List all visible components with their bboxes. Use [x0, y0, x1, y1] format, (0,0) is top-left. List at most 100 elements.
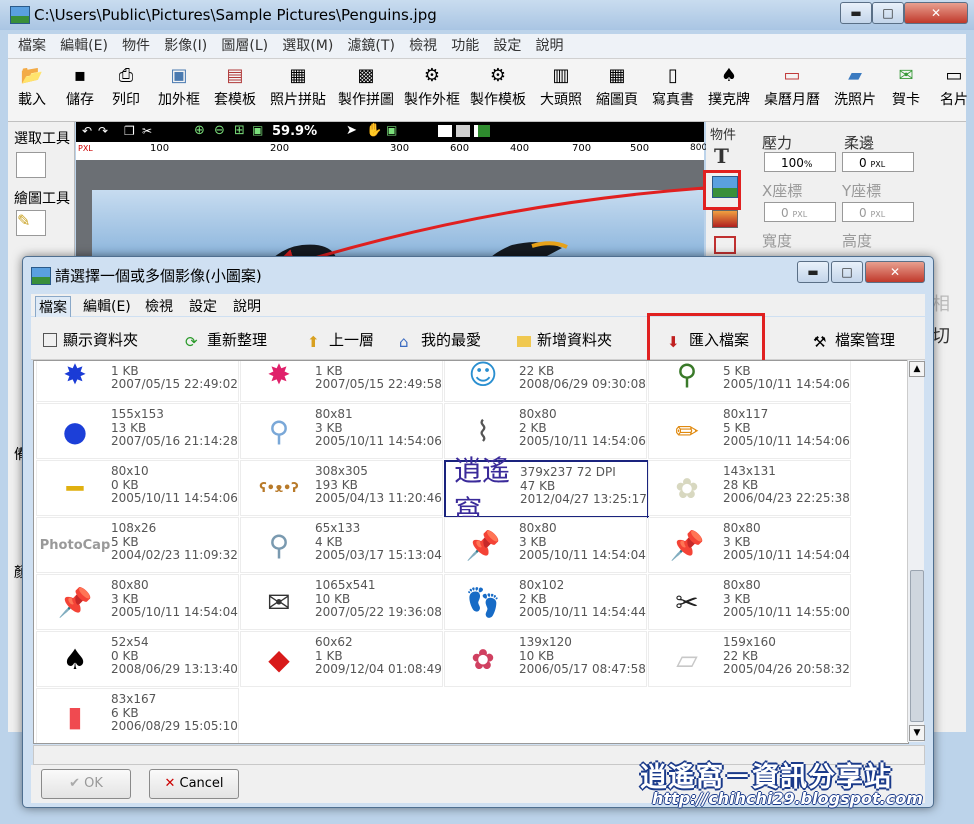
grid-item-dims: 155x153: [111, 407, 164, 421]
dialog-menu-edit[interactable]: 編輯(E): [83, 296, 131, 316]
file-manager-button[interactable]: ⚒ 檔案管理: [813, 329, 895, 351]
grid-item-info: 108x26 5 KB 2004/02/23 11:09:32: [111, 521, 238, 563]
up-folder-icon: ⬆: [307, 333, 320, 351]
grid-item-size: 5 KB: [111, 534, 139, 549]
grid-item-size: 3 KB: [315, 420, 343, 435]
cancel-button[interactable]: ✕ Cancel: [149, 769, 239, 799]
grid-item-size: 1 KB: [315, 363, 343, 378]
grid-item-dims: 379x237 72 DPI: [520, 465, 616, 479]
grid-scrollbar[interactable]: ▲ ▼: [907, 360, 925, 742]
grid-item[interactable]: ✸ 1 KB 2007/05/15 22:49:58: [240, 360, 443, 402]
grid-item[interactable]: ✉ 1065x541 10 KB 2007/05/22 19:36:08: [240, 574, 443, 630]
dialog-close-button[interactable]: ✕: [865, 261, 925, 283]
scroll-up-icon[interactable]: ▲: [909, 361, 925, 377]
grid-item[interactable]: ♠ 52x54 0 KB 2008/06/29 13:13:40: [36, 631, 239, 687]
pencil-icon: ━: [66, 471, 84, 505]
new-folder-icon: [517, 336, 531, 347]
dialog-menu-file[interactable]: 檔案: [35, 296, 71, 318]
grid-item-dims: 80x80: [723, 578, 761, 592]
grid-item[interactable]: ━ 80x10 0 KB 2005/10/11 14:54:06: [36, 460, 239, 516]
grid-item-date: 2005/10/11 14:54:06: [315, 434, 442, 448]
postmark-stamp-icon: ✉: [267, 585, 291, 619]
blog-watermark: 逍遙窩－資訊分享站 http://chihchi29.blogspot.com: [640, 755, 974, 815]
grid-item-info: 308x305 193 KB 2005/04/13 11:20:46: [315, 464, 442, 506]
grid-item-info: 22 KB 2008/06/29 09:30:08: [519, 361, 646, 392]
grid-item[interactable]: ⚲ 65x133 4 KB 2005/03/17 15:13:04: [240, 517, 443, 573]
magnifier-icon: ⚲: [268, 414, 290, 448]
grid-item-size: 3 KB: [519, 534, 547, 549]
red-tape-icon: ▮: [67, 699, 83, 733]
scroll-down-icon[interactable]: ▼: [909, 725, 925, 741]
grid-item[interactable]: 📌 80x80 3 KB 2005/10/11 14:54:04: [444, 517, 647, 573]
dialog-menu-bar: 檔案 編輯(E) 檢視 設定 說明: [31, 294, 925, 318]
grid-item[interactable]: ✸ 1 KB 2007/05/15 22:49:02: [36, 361, 239, 402]
grid-item[interactable]: 📌 80x80 3 KB 2005/10/11 14:54:04: [648, 517, 851, 573]
teddy-bear-icon: ʕ•ᴥ•ʔ: [259, 481, 299, 496]
dialog-menu-settings[interactable]: 設定: [189, 296, 217, 316]
grid-item-dims: 80x80: [519, 407, 557, 421]
refresh-button[interactable]: ⟳ 重新整理: [185, 329, 267, 351]
pin-icon: ⚲: [268, 528, 290, 562]
grid-item[interactable]: ⚲ 5 KB 2005/10/11 14:54:06: [648, 361, 851, 402]
grid-item-info: 83x167 6 KB 2006/08/29 15:05:10: [111, 692, 238, 734]
dialog-menu-view[interactable]: 檢視: [145, 296, 173, 316]
grid-item[interactable]: ✿ 139x120 10 KB 2006/05/17 08:47:58: [444, 631, 647, 687]
ok-button[interactable]: ✔ OK: [41, 769, 131, 799]
show-folders-label: 顯示資料夾: [63, 331, 139, 349]
grid-item-size: 22 KB: [723, 648, 759, 663]
grid-item[interactable]: 逍遙窩 379x237 72 DPI 47 KB 2012/04/27 13:25:1…: [444, 454, 649, 527]
grid-item-size: 6 KB: [111, 705, 139, 720]
grid-item-dims: 108x26: [111, 521, 157, 535]
image-grid[interactable]: ✸ 1 KB 2007/05/15 22:49:02 ✸ 1 KB 2007/05/15 …: [33, 360, 909, 744]
grid-item[interactable]: ✏ 80x117 5 KB 2005/10/11 14:54:06: [648, 403, 851, 459]
grid-item-dims: 80x80: [111, 578, 149, 592]
grid-item[interactable]: 👣 80x102 2 KB 2005/10/11 14:54:44: [444, 574, 647, 630]
up-level-button[interactable]: ⬆ 上一層: [307, 329, 375, 351]
show-folders-button[interactable]: 顯示資料夾: [43, 329, 138, 350]
grid-item-dims: 143x131: [723, 464, 776, 478]
paint-splat-pink-icon: ✸: [267, 360, 291, 391]
grid-item[interactable]: ⚲ 80x81 3 KB 2005/10/11 14:54:06: [240, 403, 443, 459]
grid-item[interactable]: 📌 80x80 3 KB 2005/10/11 14:54:04: [36, 574, 239, 630]
grid-item[interactable]: ✿ 143x131 28 KB 2006/04/23 22:25:38: [648, 460, 851, 516]
favorites-icon: ⌂: [399, 333, 409, 351]
dialog-menu-help[interactable]: 說明: [233, 296, 261, 316]
grid-item-dims: 80x80: [519, 521, 557, 535]
new-folder-button[interactable]: 新增資料夾: [517, 329, 612, 350]
grid-item[interactable]: ● 155x153 13 KB 2007/05/16 21:14:28: [36, 403, 239, 459]
dialog-minimize-button[interactable]: ▬: [797, 261, 829, 283]
grid-item-size: 5 KB: [723, 420, 751, 435]
grid-item-date: 2009/12/04 01:08:49: [315, 662, 442, 676]
grid-item[interactable]: ▱ 159x160 22 KB 2005/04/26 20:58:32: [648, 631, 851, 687]
up-level-label: 上一層: [329, 331, 375, 349]
grid-item[interactable]: ✂ 80x80 3 KB 2005/10/11 14:55:00: [648, 574, 851, 630]
grid-item-size: 3 KB: [723, 591, 751, 606]
dialog-maximize-button[interactable]: □: [831, 261, 863, 283]
grid-item-dims: 1065x541: [315, 578, 376, 592]
ok-label: OK: [84, 776, 103, 791]
grid-item-date: 2007/05/16 21:14:28: [111, 434, 238, 448]
scroll-thumb[interactable]: [910, 570, 924, 722]
grid-item[interactable]: ▮ 83x167 6 KB 2006/08/29 15:05:10: [36, 688, 239, 743]
grid-item-info: 80x80 3 KB 2005/10/11 14:54:04: [723, 521, 850, 563]
blog-logo-icon: 逍遙窩: [454, 454, 511, 527]
grid-item[interactable]: ☺ 22 KB 2008/06/29 09:30:08: [444, 361, 647, 402]
grid-item[interactable]: ʕ•ᴥ•ʔ 308x305 193 KB 2005/04/13 11:20:46: [240, 460, 443, 516]
dialog-icon: [31, 267, 51, 285]
favorites-button[interactable]: ⌂ 我的最愛: [399, 329, 482, 351]
paperclip-icon: ⌇: [476, 414, 490, 448]
grid-item-info: 155x153 13 KB 2007/05/16 21:14:28: [111, 407, 238, 449]
grid-item-dims: 52x54: [111, 635, 149, 649]
grid-item-dims: 65x133: [315, 521, 361, 535]
cancel-label: Cancel: [179, 776, 224, 791]
grid-item[interactable]: ◆ 60x62 1 KB 2009/12/04 01:08:49: [240, 631, 443, 687]
round-photo-frame-icon: ✿: [471, 642, 495, 676]
grid-item-dims: 83x167: [111, 692, 157, 706]
grid-item[interactable]: PhotoCap 108x26 5 KB 2004/02/23 11:09:32: [36, 517, 239, 573]
grid-item-date: 2006/04/23 22:25:38: [723, 491, 850, 505]
grid-item-info: 65x133 4 KB 2005/03/17 15:13:04: [315, 521, 442, 563]
grid-item-dims: 308x305: [315, 464, 368, 478]
favorites-label: 我的最愛: [421, 331, 482, 349]
grid-item-date: 2007/05/15 22:49:02: [111, 377, 238, 391]
wrench-icon: ⚒: [813, 333, 827, 351]
